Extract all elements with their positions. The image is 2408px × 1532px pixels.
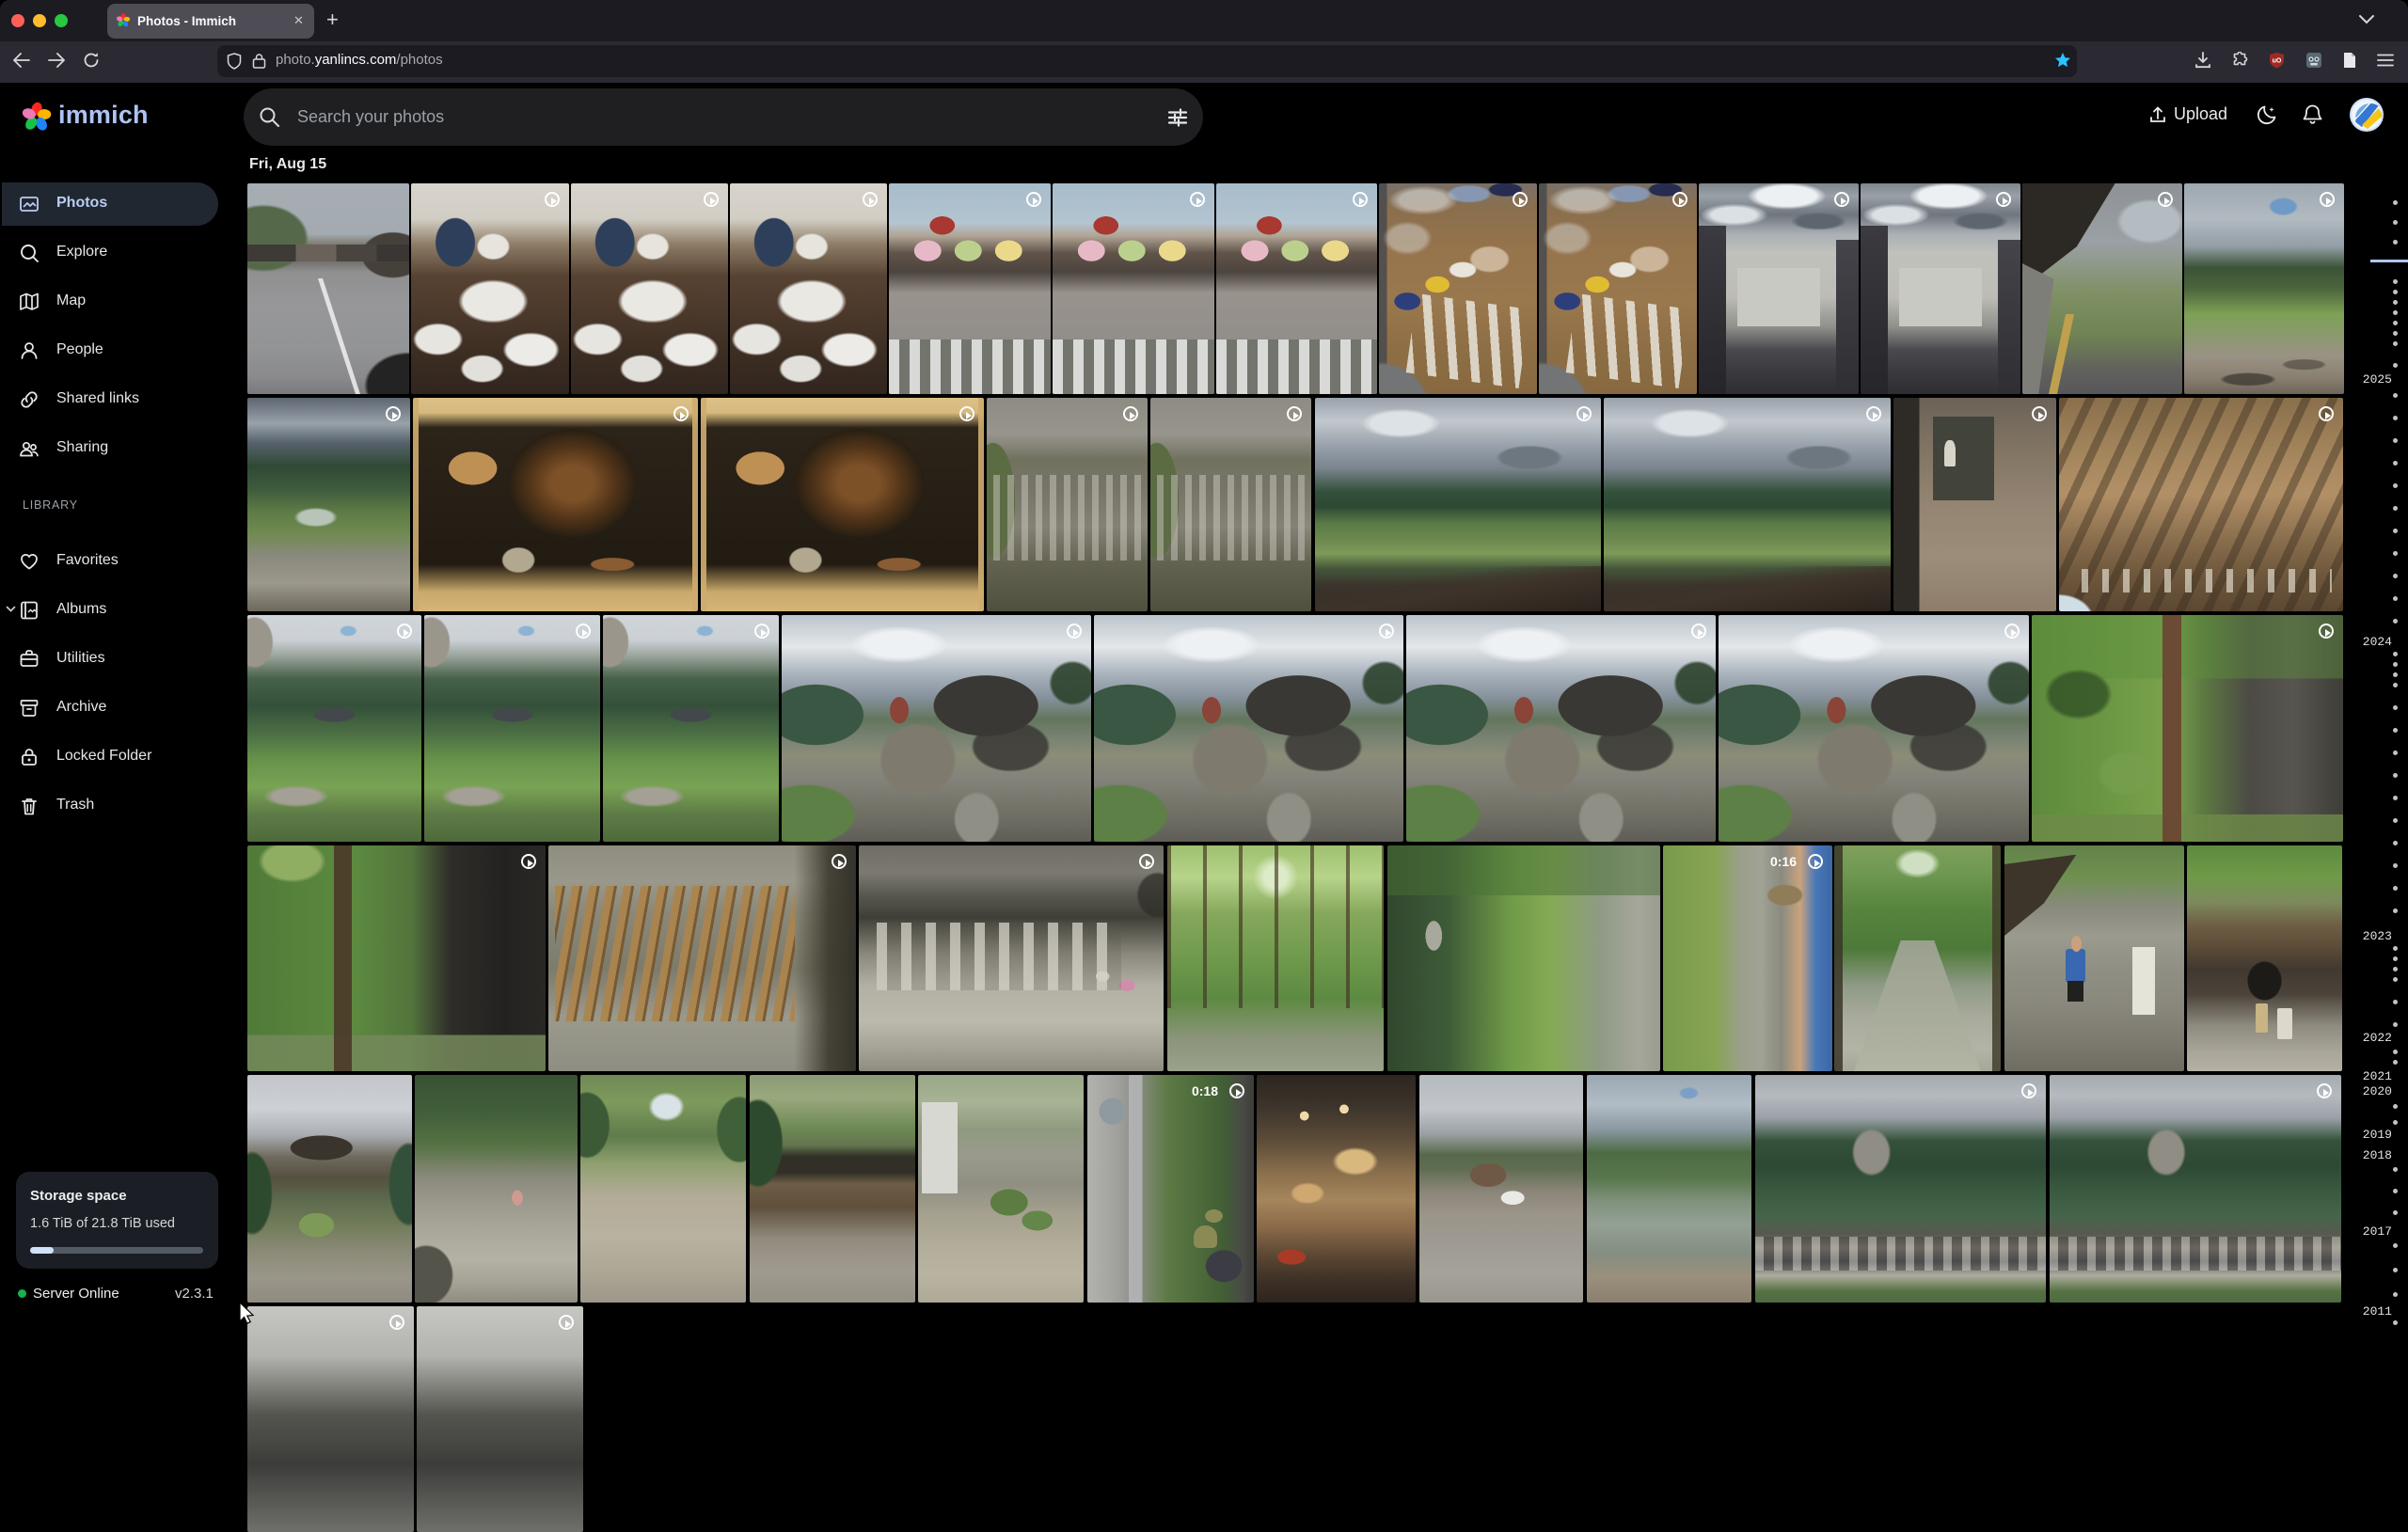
svg-text:uO: uO [2273,58,2282,65]
